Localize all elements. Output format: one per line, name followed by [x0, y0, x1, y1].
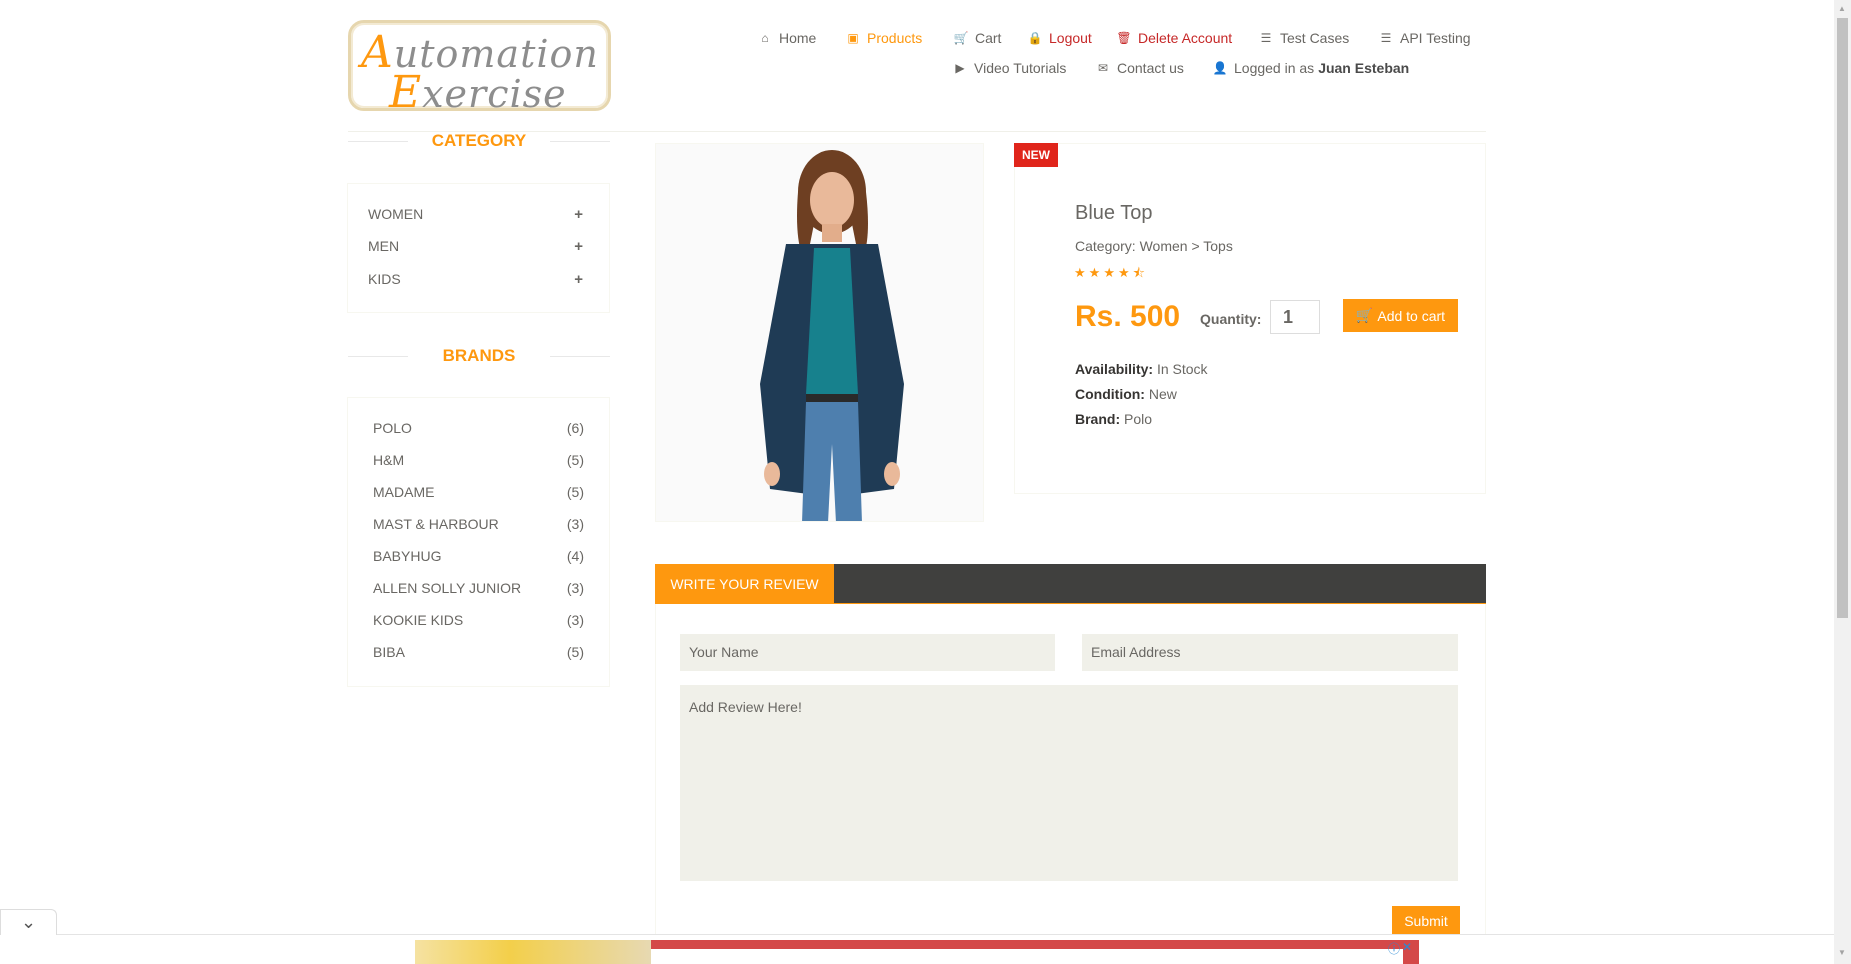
plus-icon[interactable]: +	[574, 238, 583, 255]
lock-icon: 🔒	[1027, 31, 1043, 45]
scroll-down-icon[interactable]: ▼	[1838, 948, 1846, 957]
nav-video-tutorials[interactable]: ▶ Video Tutorials	[952, 60, 1066, 76]
product-name: Blue Top	[1075, 202, 1153, 224]
list-icon: ☰	[1260, 31, 1272, 45]
scroll-up-icon[interactable]: ▲	[1838, 4, 1846, 13]
star-icon: ★	[1088, 265, 1104, 280]
logged-in-username: Juan Esteban	[1318, 60, 1410, 76]
brand-item-biba[interactable]: BIBA (5)	[373, 644, 584, 660]
condition-row: Condition: New	[1075, 386, 1177, 402]
category-panel: WOMEN + MEN + KIDS +	[347, 183, 610, 313]
brand-row: Brand: Polo	[1075, 411, 1153, 427]
nav-logged-in-as: 👤 Logged in as Juan Esteban	[1212, 60, 1410, 76]
plus-icon[interactable]: +	[574, 206, 583, 223]
trash-icon: 🗑	[1116, 31, 1132, 45]
brands-panel: POLO (6) H&M (5) MADAME (5) MAST & HARBOUR(…	[347, 397, 610, 687]
category-men[interactable]: MEN +	[368, 238, 583, 255]
nav-delete-account[interactable]: 🗑 Delete Account	[1116, 30, 1232, 46]
list-icon: ☰	[1380, 31, 1392, 45]
tab-write-your-review[interactable]: WRITE YOUR REVIEW	[655, 564, 834, 604]
product-image	[655, 143, 984, 522]
star-half-icon: ⯪	[1132, 265, 1148, 280]
nav-products[interactable]: ▣ Products	[845, 30, 922, 46]
brand-item-madame[interactable]: MADAME (5)	[373, 484, 584, 500]
quantity-input[interactable]: 1	[1270, 300, 1320, 334]
cart-icon: 🛒	[953, 31, 969, 45]
ad-info-icon[interactable]: ⓘ	[1388, 940, 1400, 957]
brand-item-allen-solly-junior[interactable]: ALLEN SOLLY JUNIOR (3)	[373, 580, 584, 596]
brand-item-hm[interactable]: H&M (5)	[373, 452, 584, 468]
cart-icon: 🛒	[1355, 307, 1374, 323]
nav-api-testing[interactable]: ☰ API Testing	[1378, 30, 1471, 46]
nav-contact-us[interactable]: ✉ Contact us	[1095, 60, 1184, 76]
brand-item-babyhug[interactable]: BABYHUG (4)	[373, 548, 584, 564]
quantity-label: Quantity:	[1200, 311, 1262, 327]
brand-item-polo[interactable]: POLO (6)	[373, 420, 584, 436]
new-badge: NEW	[1014, 143, 1058, 167]
user-icon: 👤	[1212, 61, 1228, 75]
rating-stars: ★★★★⯪	[1074, 264, 1148, 286]
chevron-down-icon: ⌄	[20, 912, 37, 932]
star-icon: ★	[1117, 265, 1133, 280]
collapse-ad-button[interactable]: ⌄	[0, 909, 57, 935]
ad-controls[interactable]: ⓘ ✕	[1388, 940, 1412, 957]
envelope-icon: ✉	[1097, 61, 1109, 75]
shopping-bag-icon: ▣	[847, 31, 859, 45]
brands-title: BRANDS	[348, 346, 610, 366]
brand-item-mast-harbour[interactable]: MAST & HARBOUR (3)	[373, 516, 584, 532]
logo-line-2: Exercise	[389, 67, 567, 118]
availability-row: Availability: In Stock	[1075, 361, 1208, 377]
review-email-input[interactable]: Email Address	[1082, 634, 1458, 671]
review-textarea[interactable]: Add Review Here!	[680, 685, 1458, 881]
nav-test-cases[interactable]: ☰ Test Cases	[1258, 30, 1350, 46]
ad-banner[interactable]	[415, 940, 1419, 964]
add-to-cart-button[interactable]: 🛒 Add to cart	[1343, 299, 1458, 332]
plus-icon[interactable]: +	[574, 271, 583, 288]
close-icon[interactable]: ✕	[1402, 940, 1412, 957]
review-name-input[interactable]: Your Name	[680, 634, 1055, 671]
site-logo[interactable]: Automation Exercise	[348, 20, 611, 118]
category-title: CATEGORY	[348, 131, 610, 151]
product-price: Rs. 500	[1075, 300, 1181, 333]
scrollbar-thumb[interactable]	[1837, 18, 1848, 618]
brand-item-kookie-kids[interactable]: KOOKIE KIDS (3)	[373, 612, 584, 628]
home-icon: ⌂	[761, 31, 769, 45]
star-icon: ★	[1103, 265, 1118, 280]
youtube-play-icon: ▶	[955, 61, 965, 75]
product-photo-illustration	[656, 144, 983, 521]
submit-review-button[interactable]: Submit	[1392, 906, 1460, 936]
category-kids[interactable]: KIDS +	[368, 271, 583, 288]
nav-home[interactable]: ⌂ Home	[757, 30, 816, 46]
category-women[interactable]: WOMEN +	[368, 206, 583, 223]
product-category: Category: Women > Tops	[1075, 238, 1233, 254]
nav-cart[interactable]: 🛒 Cart	[953, 30, 1002, 46]
star-icon: ★	[1074, 265, 1089, 280]
vertical-scrollbar[interactable]: ▲ ▼	[1834, 0, 1851, 964]
nav-logout[interactable]: 🔒 Logout	[1027, 30, 1092, 46]
